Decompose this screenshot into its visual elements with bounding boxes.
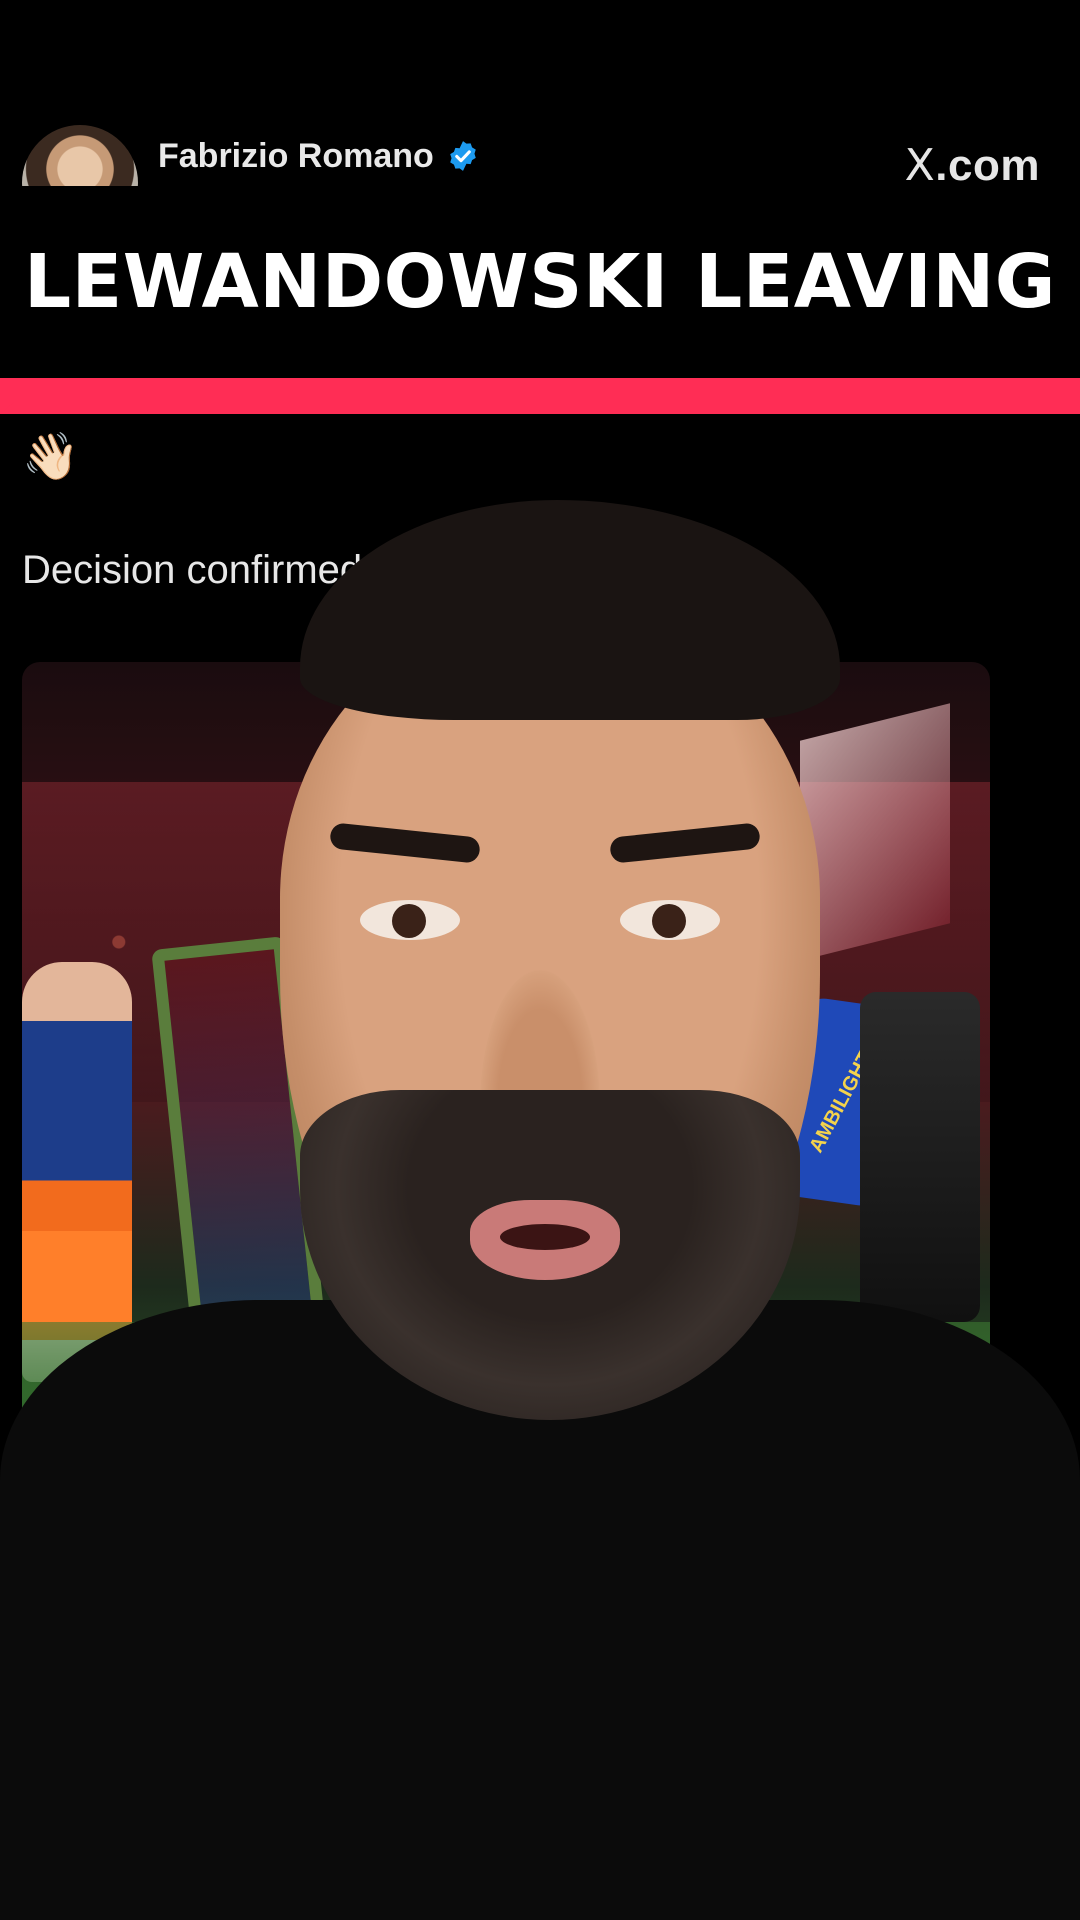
presenter-right-eye: [620, 900, 720, 940]
presenter-hair: [300, 500, 840, 720]
author-name: Fabrizio Romano: [158, 136, 434, 175]
x-logo-icon: X: [904, 140, 936, 191]
presenter-mouth: [470, 1200, 620, 1280]
verified-badge-icon: [450, 141, 476, 171]
headline-text: LEWANDOWSKI LEAVING: [23, 239, 1057, 325]
source-label: X.com: [905, 140, 1040, 191]
wave-emoji: 👋🏻: [22, 430, 80, 482]
author[interactable]: Fabrizio Romano: [158, 137, 480, 176]
accent-notch: [0, 402, 14, 414]
accent-bar: [0, 378, 1080, 414]
tweet-header: Fabrizio Romano: [22, 125, 480, 241]
presenter: [0, 500, 1080, 1920]
headline-banner: LEWANDOWSKI LEAVING: [0, 186, 1080, 378]
source-domain: .com: [935, 141, 1040, 190]
video-frame: AMBILIGHT Fabrizio Romano X.com LEWANDOW…: [0, 0, 1080, 1920]
presenter-left-eye: [360, 900, 460, 940]
